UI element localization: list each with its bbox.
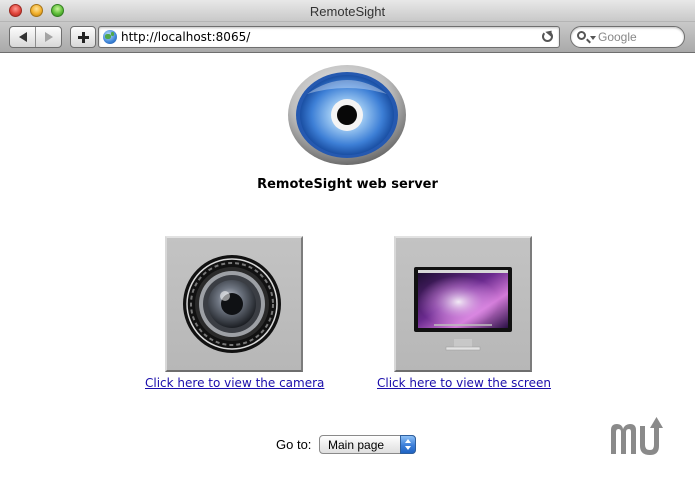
url-input[interactable] [121,27,531,47]
globe-icon [103,30,117,44]
add-bookmark-button[interactable] [70,26,96,48]
view-screen-link[interactable]: Click here to view the screen [377,376,551,390]
back-arrow-icon [18,32,27,42]
eye-icon [288,65,406,165]
forward-arrow-icon [44,32,53,42]
search-input[interactable] [598,27,680,47]
plus-icon [77,31,89,43]
window-titlebar: RemoteSight [0,0,695,22]
back-button[interactable] [10,27,35,47]
nav-button-group [9,26,62,48]
screen-tile[interactable] [394,236,532,372]
camera-tile[interactable] [165,236,303,372]
window-title: RemoteSight [309,4,386,19]
search-icon [577,31,586,40]
page-content: RemoteSight web server Click here to vie… [0,54,695,481]
forward-button[interactable] [35,27,61,47]
address-bar[interactable] [98,26,560,48]
select-arrows-icon [400,435,416,454]
view-camera-link[interactable]: Click here to view the camera [145,376,324,390]
server-title: RemoteSight web server [257,177,438,192]
goto-selected-value: Main page [328,438,385,452]
monitor-icon [414,267,512,351]
browser-toolbar [0,22,695,53]
goto-select[interactable]: Main page [319,435,416,454]
camera-lens-icon [183,255,281,353]
reload-button[interactable] [542,31,553,42]
search-field[interactable] [570,26,685,48]
mu-logo-icon [611,417,663,455]
goto-label: Go to: [276,437,312,452]
search-menu-caret-icon[interactable] [590,36,596,40]
